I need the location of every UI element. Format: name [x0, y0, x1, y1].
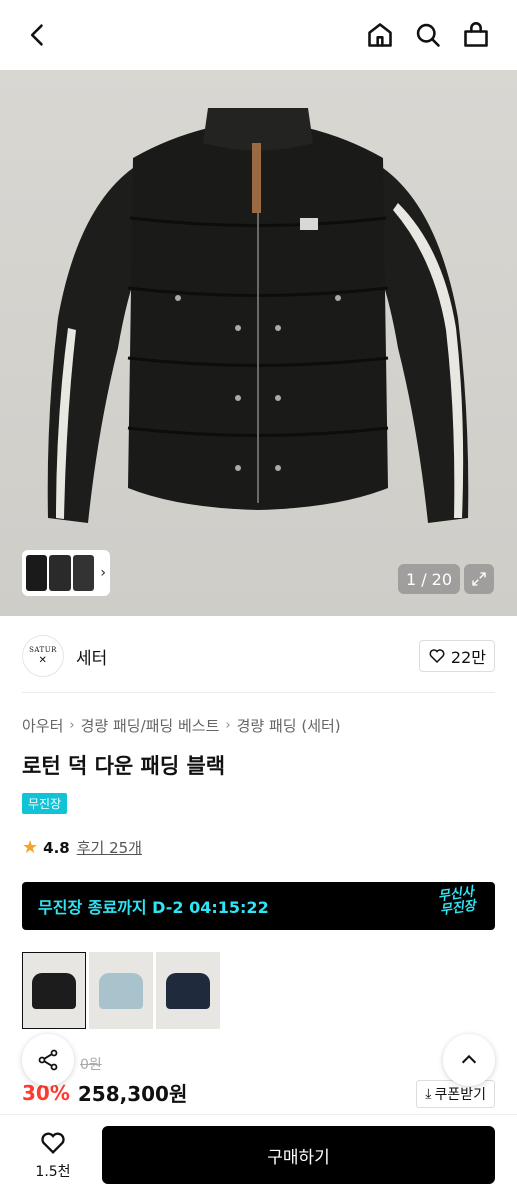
chevron-right-icon: › [100, 565, 107, 581]
breadcrumb-item[interactable]: 아우터 [22, 715, 63, 736]
thumbnail[interactable] [26, 555, 48, 591]
brand-like-button[interactable]: 22만 [418, 640, 495, 672]
breadcrumb-item[interactable]: 경량 패딩 (세터) [237, 715, 341, 736]
buy-button[interactable]: 구매하기 [102, 1126, 495, 1184]
original-price: 0원 [80, 1057, 102, 1073]
brand-logo-text: SATUR [29, 646, 57, 654]
share-button[interactable] [22, 1034, 74, 1086]
thumbnail[interactable] [49, 555, 71, 591]
heart-icon [41, 1132, 65, 1154]
countdown-text: 무진장 종료까지 D-2 04:15:22 [38, 898, 269, 917]
shopping-bag-icon [464, 22, 488, 47]
chevron-up-icon [461, 1054, 477, 1064]
divider [22, 692, 495, 693]
product-photo-jacket [47, 108, 469, 523]
download-icon: ⤓ [425, 1086, 432, 1102]
search-button[interactable] [408, 15, 448, 55]
coupon-label: 쿠폰받기 [434, 1087, 486, 1103]
breadcrumb-item[interactable]: 경량 패딩/패딩 베스트 [81, 715, 220, 736]
image-counter: 1 / 20 [398, 564, 460, 594]
event-logo: 무신사 무진장 [437, 884, 477, 919]
scroll-top-button[interactable] [443, 1034, 495, 1086]
event-badge: 무진장 [22, 793, 68, 814]
option-thumbnail [166, 972, 210, 1009]
heart-icon [429, 649, 445, 664]
bottom-action-bar: 1.5천 구매하기 [0, 1114, 517, 1200]
chevron-left-icon [30, 24, 43, 46]
product-title: 로턴 덕 다운 패딩 블랙 [22, 754, 226, 778]
brand-like-count: 22만 [450, 648, 486, 667]
reviews-link[interactable]: 후기 25개 [77, 837, 142, 858]
option-thumbnail [99, 972, 143, 1009]
color-option-black[interactable] [22, 952, 86, 1029]
back-button[interactable] [18, 15, 58, 55]
cart-button[interactable] [456, 15, 496, 55]
brand-row: SATUR ✕ 세터 22만 [22, 626, 495, 686]
wishlist-button[interactable]: 1.5천 [22, 1129, 84, 1181]
color-option-light-blue[interactable] [89, 952, 153, 1029]
home-icon [368, 23, 392, 47]
expand-icon [472, 572, 486, 586]
brand-logo[interactable]: SATUR ✕ [22, 635, 64, 677]
brand-mark-icon: ✕ [38, 655, 48, 666]
product-image-gallery[interactable]: › 1 / 20 [0, 70, 517, 616]
option-thumbnail [32, 972, 76, 1009]
top-app-bar [0, 0, 517, 70]
coupon-button[interactable]: ⤓ 쿠폰받기 [416, 1080, 495, 1108]
rating-score: 4.8 [43, 838, 70, 857]
event-countdown-banner[interactable]: 무진장 종료까지 D-2 04:15:22 무신사 무진장 [22, 882, 495, 930]
chevron-right-icon: › [69, 718, 75, 733]
thumbnail-strip[interactable]: › [22, 550, 110, 596]
search-icon [416, 23, 440, 47]
brand-name[interactable]: 세터 [76, 644, 107, 669]
home-button[interactable] [360, 15, 400, 55]
wishlist-count: 1.5천 [35, 1164, 71, 1180]
chevron-right-icon: › [225, 718, 231, 733]
expand-button[interactable] [464, 564, 494, 594]
color-options [22, 952, 220, 1029]
share-icon [38, 1049, 58, 1071]
thumbnail[interactable] [72, 555, 95, 591]
color-option-navy[interactable] [156, 952, 220, 1029]
rating-row: ★ 4.8 후기 25개 [22, 837, 142, 858]
star-icon: ★ [22, 836, 39, 858]
breadcrumb: 아우터 › 경량 패딩/패딩 베스트 › 경량 패딩 (세터) [22, 715, 341, 736]
sale-price: 258,300원 [77, 1082, 188, 1106]
